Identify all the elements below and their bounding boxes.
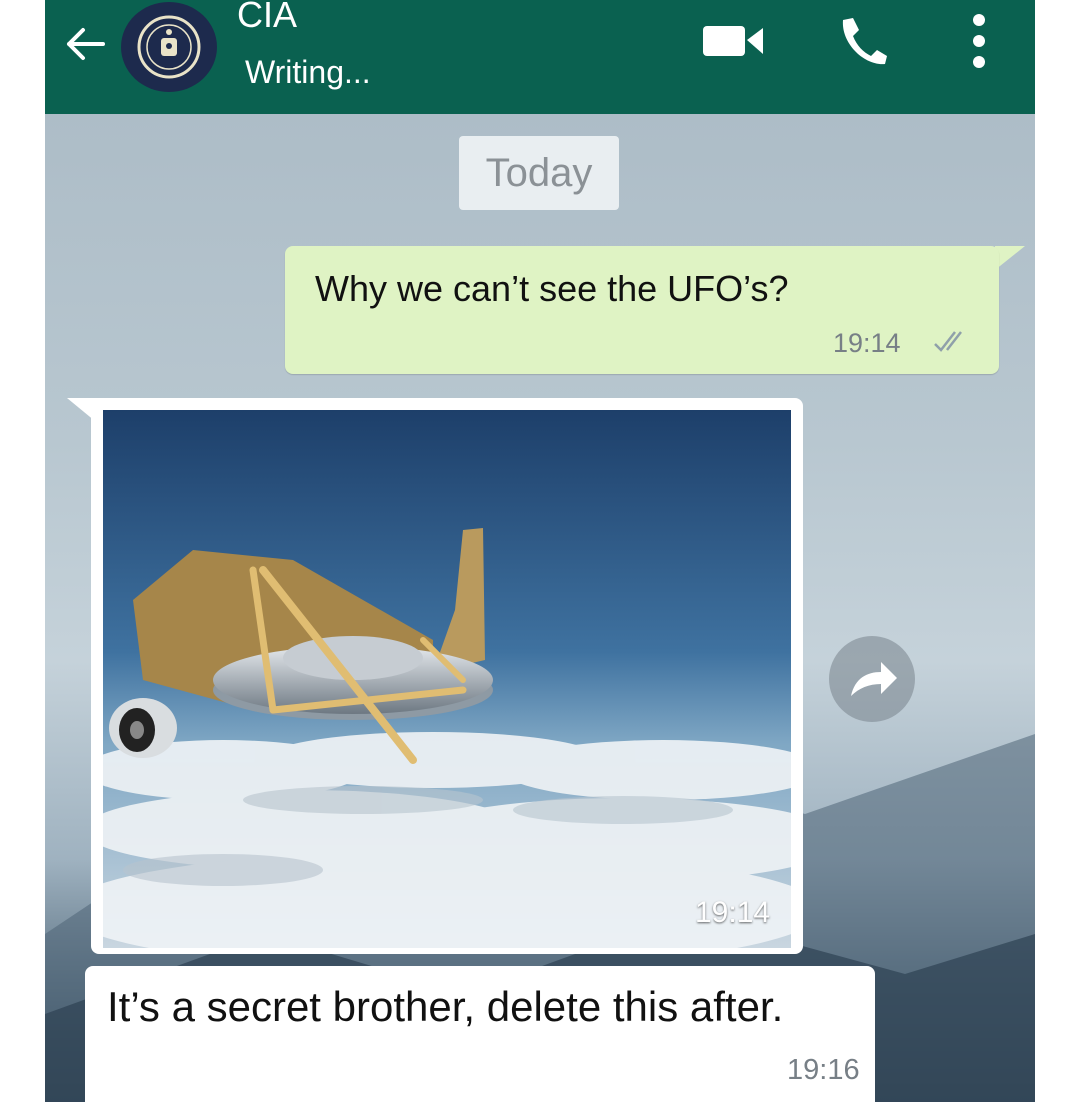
forward-button[interactable] bbox=[829, 636, 915, 722]
forward-arrow-icon bbox=[851, 662, 897, 696]
chat-screen: CIA Writing... Today Why we can’t see th… bbox=[45, 0, 1035, 1102]
read-ticks-icon bbox=[934, 331, 962, 352]
ufo-plane-photo bbox=[103, 410, 791, 948]
contact-name[interactable]: CIA bbox=[237, 0, 297, 36]
message-time: 19:16 bbox=[787, 1054, 860, 1086]
message-time: 19:14 bbox=[833, 328, 901, 358]
shared-photo[interactable] bbox=[103, 410, 791, 948]
date-separator: Today bbox=[459, 136, 619, 210]
message-text: Why we can’t see the UFO’s? bbox=[315, 268, 789, 309]
more-options-icon[interactable] bbox=[967, 10, 991, 72]
message-text: It’s a secret brother, delete this after… bbox=[107, 983, 784, 1030]
chat-header: CIA Writing... bbox=[45, 0, 1035, 114]
back-arrow-icon[interactable] bbox=[63, 24, 107, 64]
typing-status: Writing... bbox=[245, 54, 371, 90]
incoming-message[interactable]: It’s a secret brother, delete this after… bbox=[85, 966, 875, 1102]
video-call-icon[interactable] bbox=[703, 22, 765, 58]
image-time: 19:14 bbox=[695, 896, 771, 929]
contact-avatar[interactable] bbox=[121, 2, 217, 92]
outgoing-bubble-tail bbox=[995, 246, 1025, 270]
outgoing-message[interactable]: Why we can’t see the UFO’s? 19:14 bbox=[285, 246, 999, 374]
cia-seal-icon bbox=[137, 15, 201, 79]
phone-icon[interactable] bbox=[835, 14, 891, 68]
